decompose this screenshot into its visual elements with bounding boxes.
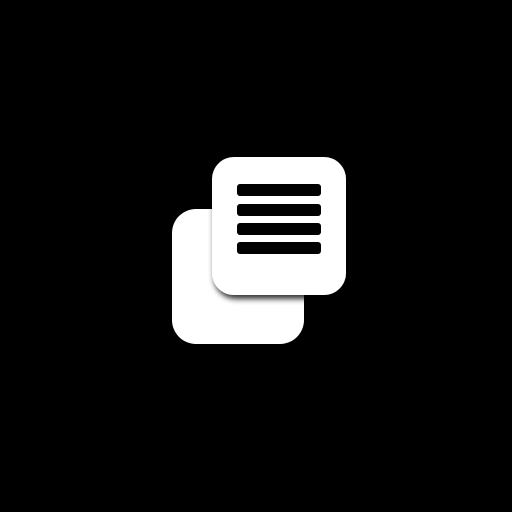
document-line-3 bbox=[237, 223, 321, 235]
document-line-1 bbox=[237, 184, 321, 196]
document-line-4 bbox=[237, 242, 321, 254]
document-line-2 bbox=[237, 204, 321, 216]
copy-documents-icon-graphic bbox=[172, 157, 346, 344]
icon-canvas bbox=[0, 0, 512, 512]
copy-documents-icon[interactable] bbox=[0, 0, 512, 512]
